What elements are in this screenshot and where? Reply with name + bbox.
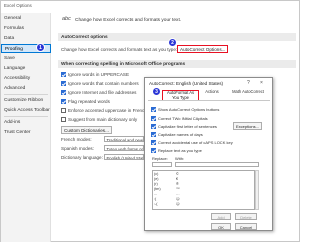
replace-input[interactable] [152, 162, 172, 167]
delete-button[interactable]: Delete [235, 213, 257, 220]
with-list-item[interactable]: ☹ [176, 197, 180, 202]
with-list-item[interactable]: … [176, 192, 180, 197]
replace-list-item[interactable]: (r) [154, 182, 158, 187]
correct-two-initials-label: Correct TWo INitial CApitals [158, 116, 208, 121]
exceptions-button[interactable]: Exceptions... [233, 122, 262, 130]
flag-repeated-checkbox[interactable] [61, 99, 66, 104]
correct-two-initials-checkbox[interactable] [151, 116, 156, 121]
nav-item-accessibility[interactable]: Accessibility [1, 74, 51, 83]
tab-actions[interactable]: Actions [204, 89, 220, 95]
nav-item-quick-access-toolbar[interactable]: Quick Access Toolbar [1, 106, 51, 115]
ok-button[interactable]: OK [211, 223, 231, 230]
french-modes-label: French modes: [61, 137, 92, 142]
replace-text-label: Replace text as you type [158, 148, 202, 153]
replace-list-item[interactable]: (c) [154, 172, 158, 177]
with-label: With: [175, 156, 185, 161]
nav-divider [4, 116, 48, 117]
with-list-item[interactable]: ☹ [176, 202, 180, 207]
step-badge-3: 3 [152, 87, 161, 96]
ignore-uppercase-checkbox[interactable] [61, 72, 66, 77]
tab-math-autocorrect[interactable]: Math AutoCorrect [227, 89, 269, 95]
replace-list-item[interactable]: :( [154, 197, 156, 202]
dictionary-language-label: Dictionary language: [61, 155, 103, 160]
nav-item-formulas[interactable]: Formulas [1, 24, 51, 33]
replace-list-item[interactable]: :-( [154, 202, 157, 207]
replace-text-checkbox[interactable] [151, 148, 156, 153]
step-badge-2: 2 [168, 38, 177, 47]
french-modes-dropdown[interactable]: Traditional and new spellings [104, 136, 144, 142]
window-title: Excel Options [4, 3, 32, 8]
main-dictionary-only-label: Suggest from main dictionary only [68, 117, 138, 122]
with-list-item[interactable]: ™ [176, 187, 180, 192]
capitalize-days-label: Capitalize names of days [158, 132, 203, 137]
ignore-numbers-checkbox[interactable] [61, 81, 66, 86]
proofing-abc-icon: abc [62, 16, 71, 22]
close-icon[interactable]: × [260, 80, 263, 86]
autocorrect-dialog: AutoCorrect: English (United States) ? ×… [144, 77, 273, 231]
caps-lock-label: Correct accidental use of cAPS LOCK key [158, 140, 233, 145]
cancel-button[interactable]: Cancel [235, 223, 257, 230]
section-autocorrect-options: AutoCorrect options [58, 33, 296, 41]
with-list-item[interactable]: € [176, 177, 178, 182]
capitalize-sentences-label: Capitalize first letter of sentences [158, 124, 217, 129]
custom-dictionaries-button[interactable]: Custom Dictionaries... [61, 126, 112, 134]
nav-item-language[interactable]: Language [1, 64, 51, 73]
nav-item-add-ins[interactable]: Add-ins [1, 118, 51, 127]
replace-list[interactable]: (c) © (e) € (r) ® (tm) ™ ... … :( ☹ :-( … [152, 170, 255, 210]
nav-item-general[interactable]: General [1, 14, 51, 23]
step-badge-1: 1 [36, 43, 45, 52]
flag-repeated-label: Flag repeated words [68, 99, 110, 104]
dialog-title: AutoCorrect: English (United States) [149, 81, 224, 86]
spanish-modes-label: Spanish modes: [61, 146, 94, 151]
capitalize-sentences-checkbox[interactable] [151, 124, 156, 129]
ignore-internet-checkbox[interactable] [61, 90, 66, 95]
nav-item-customize-ribbon[interactable]: Customize Ribbon [1, 96, 51, 105]
with-list-item[interactable]: © [176, 172, 179, 177]
spanish-modes-dropdown[interactable]: Tuteo verb forms only [104, 145, 144, 151]
replace-list-item[interactable]: (tm) [154, 187, 161, 192]
ignore-numbers-label: Ignore words that contain numbers [68, 81, 139, 86]
with-list-item[interactable]: ® [176, 182, 179, 187]
replace-label: Replace: [152, 156, 168, 161]
proofing-intro: Change how Excel corrects and formats yo… [75, 18, 182, 23]
help-icon[interactable]: ? [247, 80, 250, 86]
caps-lock-checkbox[interactable] [151, 140, 156, 145]
replace-list-scrollbar[interactable] [255, 170, 259, 210]
section-spelling: When correcting spelling in Microsoft Of… [58, 60, 296, 68]
dictionary-language-dropdown[interactable]: English (United States) [104, 154, 144, 160]
ignore-uppercase-label: Ignore words in UPPERCASE [68, 72, 130, 77]
replace-list-item[interactable]: (e) [154, 177, 159, 182]
nav-item-trust-center[interactable]: Trust Center [1, 128, 51, 137]
add-button[interactable]: Add [211, 213, 231, 220]
enforce-accented-checkbox[interactable] [61, 108, 66, 113]
nav-divider [4, 94, 48, 95]
nav-item-advanced[interactable]: Advanced [1, 84, 51, 93]
main-dictionary-only-checkbox[interactable] [61, 117, 66, 122]
nav-item-save[interactable]: Save [1, 54, 51, 63]
autocorrect-options-button[interactable]: AutoCorrect Options... [177, 45, 229, 53]
enforce-accented-label: Enforce accented uppercase in French [68, 108, 147, 113]
excel-options-window: Excel Options General Formulas Data Proo… [0, 0, 300, 242]
capitalize-days-checkbox[interactable] [151, 132, 156, 137]
autocorrect-description: Change how Excel corrects and formats te… [61, 47, 178, 52]
with-input[interactable] [175, 162, 259, 167]
show-autocorrect-buttons-checkbox[interactable] [151, 107, 156, 112]
tab-divider [148, 100, 270, 101]
nav-item-data[interactable]: Data [1, 34, 51, 43]
show-autocorrect-buttons-label: Show AutoCorrect Options buttons [158, 107, 220, 112]
replace-list-item[interactable]: ... [154, 192, 157, 197]
ignore-internet-label: Ignore Internet and file addresses [68, 90, 137, 95]
